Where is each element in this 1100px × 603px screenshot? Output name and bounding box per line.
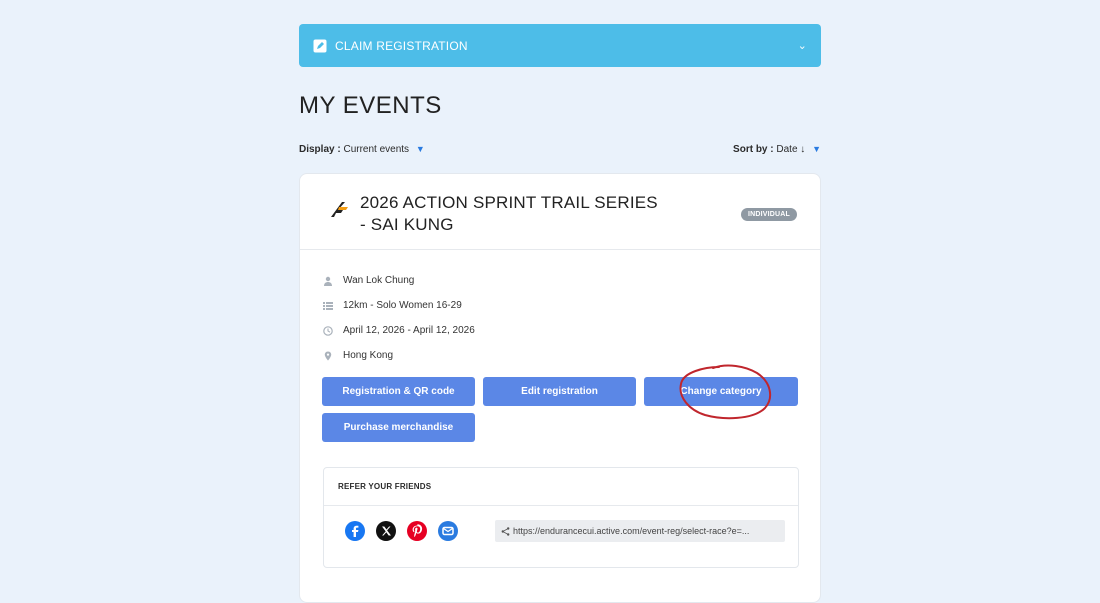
- event-title-line2: - SAI KUNG: [360, 215, 454, 234]
- participant-name: Wan Lok Chung: [343, 275, 415, 286]
- refer-friends-heading: REFER YOUR FRIENDS: [324, 468, 798, 506]
- share-link-text: https://endurancecui.active.com/event-re…: [513, 526, 750, 536]
- event-card: 2026 ACTION SPRINT TRAIL SERIES - SAI KU…: [299, 173, 821, 603]
- edit-registration-button[interactable]: Edit registration: [483, 377, 636, 406]
- refer-friends-panel: REFER YOUR FRIENDS https://endurancecui.…: [323, 467, 799, 568]
- share-icon: [501, 526, 510, 536]
- sort-value: Date ↓: [776, 144, 806, 155]
- chevron-down-icon[interactable]: ⌄: [798, 39, 807, 52]
- display-label: Display :: [299, 144, 341, 155]
- caret-down-icon: ▼: [415, 144, 425, 154]
- filter-row: Display : Current events ▼ Sort by : Dat…: [299, 144, 821, 155]
- share-icons: [345, 521, 458, 541]
- email-icon[interactable]: [438, 521, 458, 541]
- purchase-merchandise-button[interactable]: Purchase merchandise: [322, 413, 475, 442]
- location-pin-icon: [324, 351, 332, 360]
- race-category: 12km - Solo Women 16-29: [343, 300, 462, 311]
- display-dropdown[interactable]: Display : Current events ▼: [299, 144, 425, 155]
- claim-registration-bar[interactable]: CLAIM REGISTRATION ⌄: [299, 24, 821, 67]
- list-icon: [323, 301, 333, 310]
- event-location: Hong Kong: [343, 350, 394, 361]
- sort-dropdown[interactable]: Sort by : Date ↓ ▼: [733, 144, 821, 155]
- change-category-button[interactable]: Change category: [644, 377, 798, 406]
- x-icon[interactable]: [376, 521, 396, 541]
- registration-type-badge: INDIVIDUAL: [740, 208, 797, 221]
- edit-icon: [313, 39, 327, 53]
- event-title-line1: 2026 ACTION SPRINT TRAIL SERIES: [360, 193, 658, 212]
- caret-down-icon: ▼: [812, 144, 821, 154]
- location-row: Hong Kong: [323, 343, 475, 368]
- action-sprint-logo: [329, 198, 351, 220]
- event-dates: April 12, 2026 - April 12, 2026: [343, 325, 475, 336]
- participant-row: Wan Lok Chung: [323, 268, 475, 293]
- facebook-icon[interactable]: [345, 521, 365, 541]
- sort-label: Sort by :: [733, 144, 774, 155]
- date-row: April 12, 2026 - April 12, 2026: [323, 318, 475, 343]
- event-title[interactable]: 2026 ACTION SPRINT TRAIL SERIES - SAI KU…: [360, 192, 690, 236]
- category-row: 12km - Solo Women 16-29: [323, 293, 475, 318]
- registration-qr-button[interactable]: Registration & QR code: [322, 377, 475, 406]
- share-link-field[interactable]: https://endurancecui.active.com/event-re…: [495, 520, 785, 542]
- pinterest-icon[interactable]: [407, 521, 427, 541]
- page-title: MY EVENTS: [299, 92, 442, 119]
- event-details: Wan Lok Chung 12km - Solo Women 16-29 Ap…: [323, 268, 475, 368]
- claim-registration-label: CLAIM REGISTRATION: [335, 38, 468, 53]
- event-card-header: 2026 ACTION SPRINT TRAIL SERIES - SAI KU…: [300, 174, 820, 250]
- main-column: CLAIM REGISTRATION ⌄ MY EVENTS Display :…: [299, 0, 821, 603]
- person-icon: [324, 276, 332, 286]
- display-value: Current events: [343, 144, 410, 155]
- clock-icon: [323, 325, 333, 336]
